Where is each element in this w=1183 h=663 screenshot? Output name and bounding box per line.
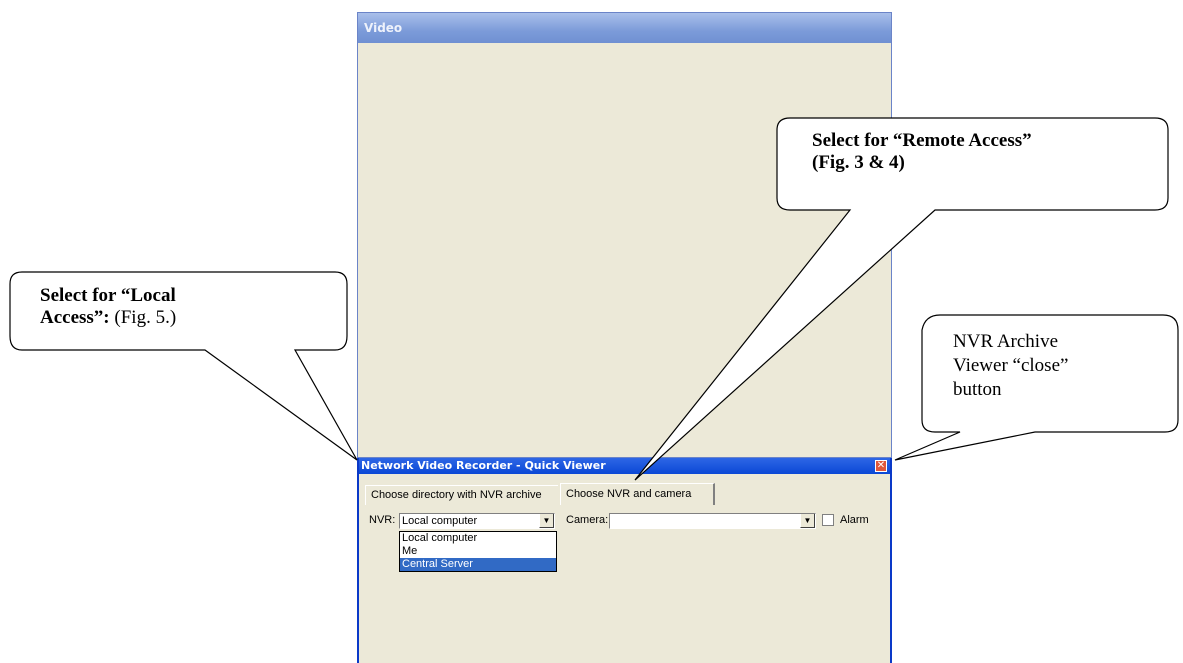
close-callout-line1: NVR Archive [953, 331, 1059, 352]
remote-access-callout-text: Select for “Remote Access” (Fig. 3 & 4) [812, 130, 1032, 174]
remote-access-line2: (Fig. 3 & 4) [812, 152, 905, 173]
remote-access-line1: Select for “Remote Access” [812, 130, 1032, 151]
local-access-line2: Access”: [40, 307, 110, 328]
local-access-callout-text: Select for “Local Access”: (Fig. 5.) [40, 285, 176, 329]
local-access-line1: Select for “Local [40, 285, 176, 306]
close-callout-line2: Viewer “close” [953, 355, 1069, 376]
close-callout-line3: button [953, 379, 1002, 400]
close-button-callout-text: NVR Archive Viewer “close” button [953, 330, 1068, 402]
local-access-fig: (Fig. 5.) [114, 307, 177, 328]
